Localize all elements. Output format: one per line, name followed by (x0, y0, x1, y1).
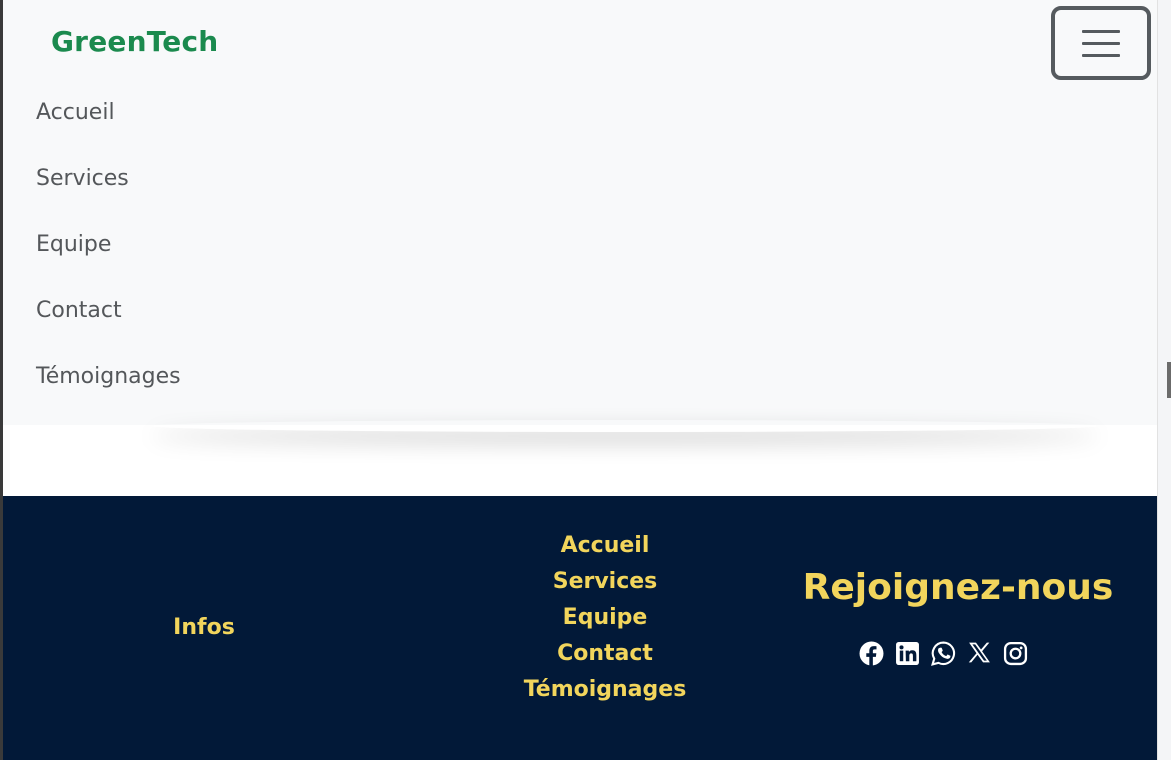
nav-item-equipe: Equipe (36, 212, 181, 278)
footer-link-equipe[interactable]: Equipe (563, 605, 648, 630)
nav-link-contact[interactable]: Contact (36, 297, 122, 325)
page-scrollbar[interactable] (1157, 0, 1171, 760)
page: GreenTech Accueil Services Equipe Contac… (0, 0, 1171, 760)
nav-link-temoignages[interactable]: Témoignages (36, 363, 181, 391)
footer-link-item: Témoignages (405, 672, 805, 708)
brand-logo[interactable]: GreenTech (51, 24, 218, 60)
navbar: GreenTech Accueil Services Equipe Contac… (3, 0, 1158, 425)
hamburger-icon (1082, 53, 1120, 57)
footer-link-accueil[interactable]: Accueil (561, 533, 650, 558)
scrollbar-thumb[interactable] (1167, 362, 1171, 398)
nav-item-contact: Contact (36, 278, 181, 344)
nav-link-accueil[interactable]: Accueil (36, 99, 115, 127)
footer-link-temoignages[interactable]: Témoignages (524, 677, 687, 702)
facebook-icon[interactable] (859, 641, 884, 666)
footer-link-item: Accueil (405, 528, 805, 564)
nav-link-services[interactable]: Services (36, 165, 129, 193)
footer-link-services[interactable]: Services (553, 569, 658, 594)
footer: Infos Accueil Services Equipe Contact Té… (3, 496, 1158, 760)
footer-link-item: Contact (405, 636, 805, 672)
nav-link-equipe[interactable]: Equipe (36, 231, 111, 259)
nav-item-services: Services (36, 146, 181, 212)
nav-item-accueil: Accueil (36, 80, 181, 146)
join-us-heading: Rejoignez-nous (802, 567, 1114, 608)
footer-link-item: Services (405, 564, 805, 600)
nav-menu: Accueil Services Equipe Contact Témoigna… (36, 80, 181, 410)
footer-links: Accueil Services Equipe Contact Témoigna… (405, 528, 805, 708)
hamburger-icon (1082, 29, 1120, 33)
footer-link-item: Equipe (405, 600, 805, 636)
nav-item-temoignages: Témoignages (36, 344, 181, 410)
social-links (859, 641, 1028, 666)
hamburger-icon (1082, 41, 1120, 45)
navbar-shadow (150, 420, 1100, 432)
linkedin-icon[interactable] (895, 641, 920, 666)
instagram-icon[interactable] (1003, 641, 1028, 666)
navbar-toggler-button[interactable] (1051, 6, 1151, 80)
x-icon[interactable] (967, 641, 992, 666)
footer-infos-label: Infos (173, 615, 235, 640)
footer-link-contact[interactable]: Contact (557, 641, 653, 666)
whatsapp-icon[interactable] (931, 641, 956, 666)
